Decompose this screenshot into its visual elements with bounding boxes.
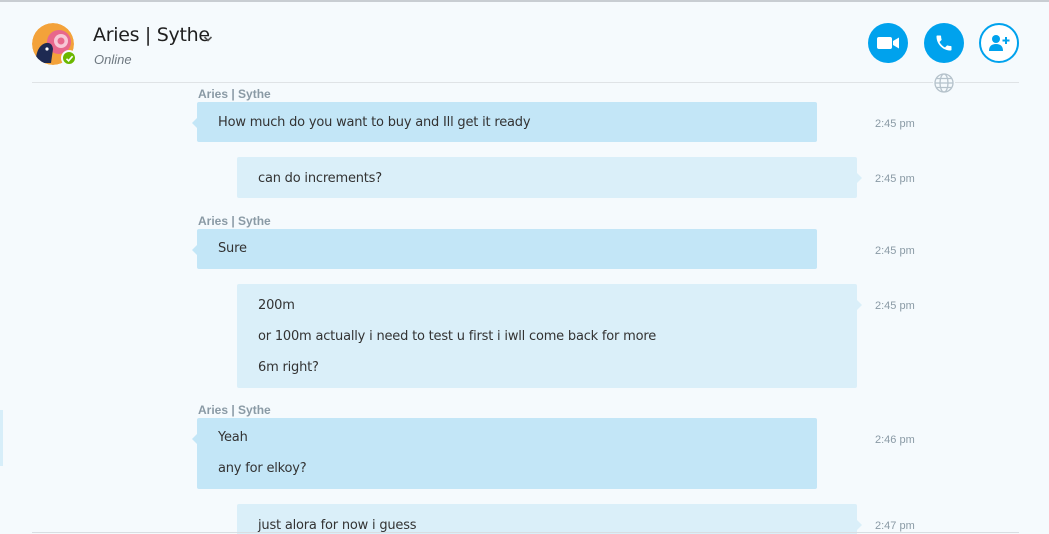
message-sender: Aries | Sythe [198,87,271,101]
audio-call-button[interactable] [924,23,964,63]
add-person-icon [989,35,1010,51]
contact-avatar[interactable] [32,23,77,66]
chat-header: Aries | Sythe Online [0,2,1049,84]
message-bubble-outgoing[interactable]: just alora for now i guess [237,504,862,534]
phone-icon [936,35,952,51]
message-bubble-incoming[interactable]: How much do you want to buy and Ill get … [192,102,817,142]
bubble-tail [192,118,197,128]
message-timestamp: 2:45 pm [875,118,915,130]
bubble-tail [857,300,862,310]
message-sender: Aries | Sythe [198,214,271,228]
globe-icon[interactable] [933,72,955,94]
message-bubble-incoming[interactable]: Yeah any for elkoy? [192,418,817,489]
message-bubble-outgoing[interactable]: can do increments? [237,157,862,198]
online-presence-icon [61,50,77,66]
message-text: Yeah [218,430,248,445]
bubble-tail [857,520,862,530]
message-timestamp: 2:45 pm [875,173,915,185]
message-text: How much do you want to buy and Ill get … [218,115,531,130]
bubble-tail [192,245,197,255]
message-bubble-incoming[interactable]: Sure [192,229,817,269]
contact-name[interactable]: Aries | Sythe [93,24,210,46]
message-timestamp: 2:46 pm [875,434,915,446]
message-text: just alora for now i guess [258,518,417,533]
message-text: 6m right? [258,360,319,375]
message-text: can do increments? [258,171,382,186]
message-text: any for elkoy? [218,461,307,476]
message-sender: Aries | Sythe [198,403,271,417]
message-bubble-outgoing[interactable]: 200m or 100m actually i need to test u f… [237,284,862,388]
chevron-down-icon[interactable] [202,31,214,42]
message-text: Sure [218,241,247,256]
message-timestamp: 2:45 pm [875,300,915,312]
header-divider [32,82,1019,83]
message-text: 200m [258,298,295,313]
message-text: or 100m actually i need to test u first … [258,329,657,344]
message-timestamp: 2:45 pm [875,245,915,257]
message-timestamp: 2:47 pm [875,520,915,532]
composer-divider [32,532,1019,533]
scroll-indicator[interactable] [0,410,3,466]
bubble-tail [857,173,862,183]
video-call-button[interactable] [868,23,908,63]
video-camera-icon [877,37,899,49]
bubble-tail [192,434,197,444]
add-people-button[interactable] [979,23,1019,63]
contact-status: Online [94,52,132,67]
